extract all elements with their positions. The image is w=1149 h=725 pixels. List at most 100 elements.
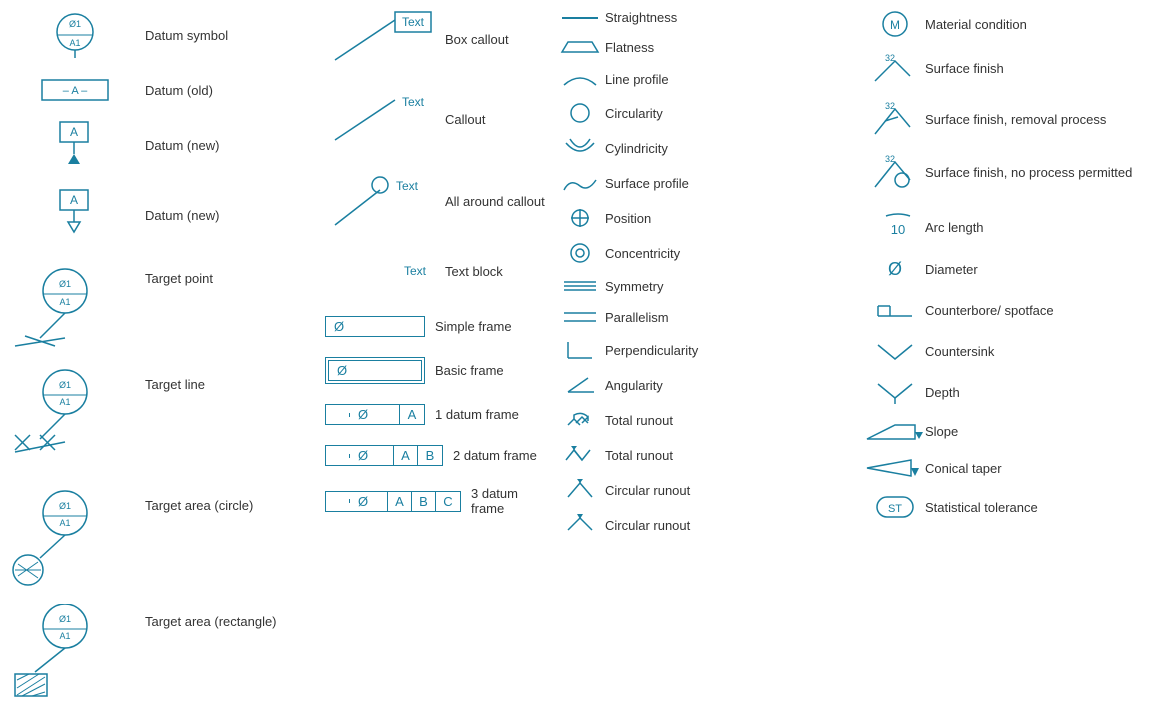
- counterbore-label: Counterbore/ spotface: [925, 303, 1145, 318]
- surface-finish3-item: 32 Surface finish, no process permitted: [865, 152, 1145, 192]
- parallelism-item: Parallelism: [555, 308, 855, 326]
- basic-frame-item: Ø Basic frame: [325, 357, 545, 384]
- perpendicularity-label: Perpendicularity: [605, 343, 698, 358]
- 2-datum-frame-label: 2 datum frame: [453, 448, 537, 463]
- target-area-circle-item: Ø1 A1 Target area (circle): [5, 488, 315, 588]
- surface-profile-label: Surface profile: [605, 176, 689, 191]
- material-condition-icon: M: [865, 10, 925, 38]
- concentricity-icon: [555, 242, 605, 264]
- surface-finish2-label: Surface finish, removal process: [925, 112, 1145, 127]
- target-point-icon: Ø1 A1: [5, 261, 145, 351]
- basic-frame-label: Basic frame: [435, 363, 504, 378]
- target-area-circle-icon: Ø1 A1: [5, 488, 145, 588]
- flatness-label: Flatness: [605, 40, 654, 55]
- datum-old-item: – A – Datum (old): [5, 78, 315, 102]
- text-block-item: Text Text block: [325, 255, 545, 288]
- target-point-item: Ø1 A1 Target point: [5, 261, 315, 351]
- callout-item: Text Callout: [325, 90, 545, 148]
- depth-item: Depth: [865, 378, 1145, 406]
- datum-symbol-item: Ø1 A1 Datum symbol: [5, 10, 315, 60]
- surface-profile-item: Surface profile: [555, 172, 855, 194]
- surface-profile-icon: [555, 172, 605, 194]
- simple-frame-label: Simple frame: [435, 319, 512, 334]
- concentricity-label: Concentricity: [605, 246, 680, 261]
- cylindricity-icon: [555, 137, 605, 159]
- datum-symbol-icon: Ø1 A1: [5, 10, 145, 60]
- circular-runout2-item: Circular runout: [555, 514, 855, 536]
- svg-text:Ø1: Ø1: [59, 279, 71, 289]
- svg-text:M: M: [890, 18, 900, 32]
- 2-datum-frame-item: Ø A B 2 datum frame: [325, 445, 545, 466]
- material-condition-item: M Material condition: [865, 10, 1145, 38]
- callout-label: Callout: [445, 112, 485, 127]
- symmetry-label: Symmetry: [605, 279, 664, 294]
- 3-datum-frame-icon: Ø A B C: [325, 491, 461, 512]
- line-profile-item: Line profile: [555, 69, 855, 89]
- countersink-item: Countersink: [865, 337, 1145, 365]
- all-around-callout-label: All around callout: [445, 194, 545, 209]
- total-runout2-icon: [555, 444, 605, 466]
- slope-icon: [865, 419, 925, 443]
- text-block-label: Text block: [445, 264, 503, 279]
- flatness-item: Flatness: [555, 38, 855, 56]
- angularity-item: Angularity: [555, 374, 855, 396]
- box-callout-icon: Text: [325, 10, 445, 68]
- surface-finish1-icon: 32: [865, 51, 925, 86]
- surface-finish1-label: Surface finish: [925, 61, 1145, 76]
- circular-runout2-icon: [555, 514, 605, 536]
- svg-text:A1: A1: [59, 631, 70, 641]
- symmetry-icon: [555, 277, 605, 295]
- cylindricity-label: Cylindricity: [605, 141, 668, 156]
- diameter-icon: Ø: [865, 255, 925, 283]
- target-point-label: Target point: [145, 271, 213, 286]
- surface-finish3-label: Surface finish, no process permitted: [925, 165, 1145, 180]
- straightness-icon: [555, 11, 605, 25]
- line-profile-label: Line profile: [605, 72, 669, 87]
- datum-new2-label: Datum (new): [145, 208, 219, 223]
- counterbore-item: Counterbore/ spotface: [865, 296, 1145, 324]
- diameter-item: Ø Diameter: [865, 255, 1145, 283]
- total-runout2-item: Total runout: [555, 444, 855, 466]
- callout-icon: Text: [325, 90, 445, 148]
- simple-frame-item: Ø Simple frame: [325, 316, 545, 337]
- total-runout1-item: Total runout: [555, 409, 855, 431]
- column-datum-symbols: Ø1 A1 Datum symbol – A – Datum (old): [5, 10, 315, 715]
- conical-taper-item: Conical taper: [865, 456, 1145, 480]
- straightness-item: Straightness: [555, 10, 855, 25]
- svg-text:A: A: [70, 193, 78, 207]
- circular-runout2-label: Circular runout: [605, 518, 690, 533]
- datum-new1-label: Datum (new): [145, 138, 219, 153]
- slope-label: Slope: [925, 424, 1145, 439]
- angularity-label: Angularity: [605, 378, 663, 393]
- svg-text:Ø1: Ø1: [69, 19, 81, 29]
- arc-length-label: Arc length: [925, 220, 1145, 235]
- text-block-icon: Text: [325, 255, 445, 288]
- target-line-item: Ø1 A1 Target line: [5, 367, 315, 472]
- svg-text:Ø1: Ø1: [59, 614, 71, 624]
- svg-text:– A –: – A –: [63, 85, 88, 97]
- position-icon: [555, 207, 605, 229]
- 3-datum-frame-label: 3 datum frame: [471, 486, 545, 516]
- position-label: Position: [605, 211, 651, 226]
- 1-datum-frame-item: Ø A 1 datum frame: [325, 404, 545, 425]
- arc-length-item: 10 Arc length: [865, 212, 1145, 242]
- svg-text:Text: Text: [402, 95, 425, 109]
- circularity-icon: [555, 102, 605, 124]
- target-area-rect-icon: Ø1 A1: [5, 604, 145, 704]
- conical-taper-label: Conical taper: [925, 461, 1145, 476]
- svg-text:A: A: [70, 125, 78, 139]
- datum-new2-item: A Datum (new): [5, 188, 315, 243]
- all-around-callout-icon: Text: [325, 170, 445, 233]
- target-area-rect-label: Target area (rectangle): [145, 614, 277, 629]
- datum-old-label: Datum (old): [145, 83, 213, 98]
- column-callouts-frames: Text Box callout Text Callout Text: [315, 10, 545, 715]
- box-callout-label: Box callout: [445, 32, 509, 47]
- svg-text:Ø1: Ø1: [59, 501, 71, 511]
- surface-finish3-icon: 32: [865, 152, 925, 192]
- perpendicularity-icon: [555, 339, 605, 361]
- position-item: Position: [555, 207, 855, 229]
- datum-new2-icon: A: [5, 188, 145, 243]
- svg-text:A1: A1: [69, 38, 80, 48]
- circular-runout1-item: Circular runout: [555, 479, 855, 501]
- datum-new1-icon: A: [5, 120, 145, 170]
